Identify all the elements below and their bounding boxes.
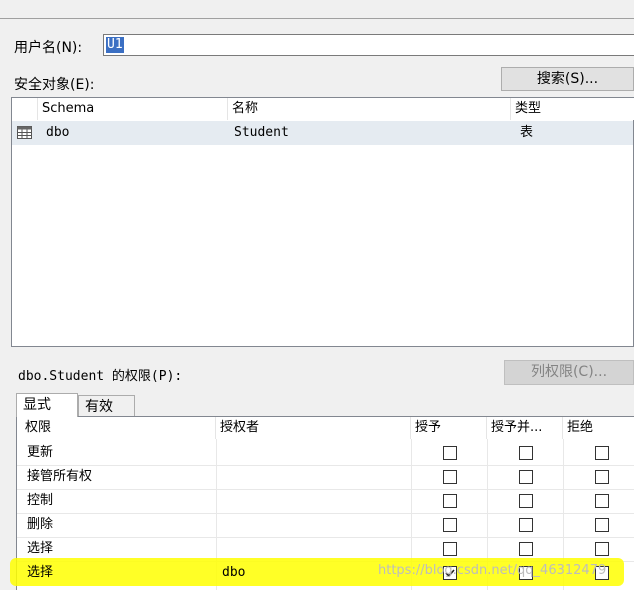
column-header-grant[interactable]: 授予 [411,417,487,439]
permission-grantor [216,513,411,537]
deny-checkbox[interactable] [595,470,609,484]
username-label: 用户名(N): [14,40,83,56]
permission-row[interactable]: 删除 [17,513,634,538]
deny-checkbox[interactable] [595,518,609,532]
grant-checkbox[interactable] [443,542,457,556]
with-grant-checkbox[interactable] [519,542,533,556]
with-grant-checkbox[interactable] [519,470,533,484]
permission-name: 删除 [27,517,54,532]
permission-grantor [216,465,411,489]
with-grant-checkbox[interactable] [519,518,533,532]
permission-grantor [216,489,411,513]
with-grant-checkbox[interactable] [519,446,533,460]
permission-name: 接管所有权 [27,469,93,484]
permission-name: 选择 [27,565,54,580]
username-input[interactable]: U1 [103,34,634,56]
search-button[interactable]: 搜索(S)... [501,67,634,91]
grant-checkbox[interactable] [443,446,457,460]
table-icon [12,121,38,145]
watermark: https://blog.csdn.net/qq_46312479 [378,563,607,578]
top-separator [0,18,634,19]
securables-label: 安全对象(E): [14,77,95,93]
securable-name: Student [234,125,289,140]
securable-schema: dbo [46,125,70,140]
row-header-column [12,98,38,120]
permission-row[interactable]: 控制 [17,489,634,514]
permission-name: 控制 [27,493,54,508]
permission-row[interactable]: 接管所有权 [17,465,634,490]
permission-row[interactable]: 更新 [17,441,634,466]
column-header-name[interactable]: 名称 [228,98,511,120]
securable-row[interactable]: dbo Student 表 [12,121,633,145]
column-header-permission[interactable]: 权限 [21,417,216,439]
column-header-grantor[interactable]: 授权者 [216,417,411,439]
securables-grid: Schema 名称 类型 dbo Student 表 [11,97,634,347]
column-permissions-button[interactable]: 列权限(C)... [504,360,634,385]
permissions-label: dbo.Student 的权限(P): [18,369,183,384]
column-header-schema[interactable]: Schema [38,98,228,120]
securable-type: 表 [520,125,534,140]
column-header-with-grant[interactable]: 授予并... [487,417,563,439]
permission-grantor [216,441,411,465]
tab-effective[interactable]: 有效 [78,395,135,417]
with-grant-checkbox[interactable] [519,494,533,508]
deny-checkbox[interactable] [595,494,609,508]
deny-checkbox[interactable] [595,446,609,460]
grant-checkbox[interactable] [443,470,457,484]
column-header-type[interactable]: 类型 [511,98,634,120]
column-header-deny[interactable]: 拒绝 [563,417,634,439]
permission-name: 更新 [27,445,54,460]
grant-checkbox[interactable] [443,494,457,508]
tab-explicit[interactable]: 显式 [16,393,78,417]
username-value: U1 [106,37,124,53]
grant-checkbox[interactable] [443,518,457,532]
deny-checkbox[interactable] [595,542,609,556]
